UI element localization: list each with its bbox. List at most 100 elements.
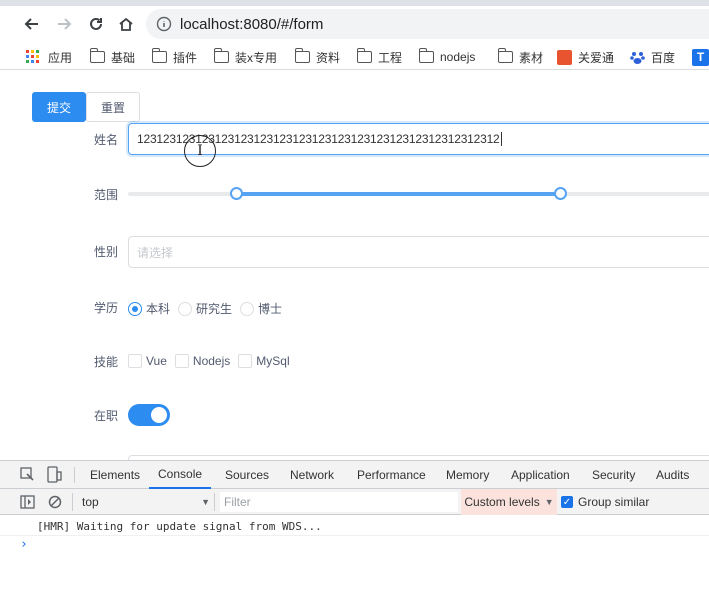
reload-button[interactable]	[84, 12, 108, 36]
arrow-left-icon	[24, 18, 38, 30]
bookmark-label: 应用	[48, 50, 73, 65]
folder-icon	[151, 48, 167, 63]
console-prompt[interactable]: ›	[20, 537, 28, 552]
bookmark-t[interactable]: T	[692, 48, 709, 66]
option-label: Nodejs	[192, 354, 231, 368]
devtools-tab-network[interactable]: Network	[290, 461, 334, 489]
group-similar-label: Group similar	[578, 495, 650, 509]
bookmark-folder[interactable]: 资料	[294, 48, 341, 66]
bookmark-guanaitong[interactable]: 关爱通	[557, 48, 614, 66]
bookmark-label: 插件	[173, 50, 198, 65]
address-bar[interactable]: localhost:8080/#/form	[146, 9, 709, 39]
group-similar-checkbox[interactable]: ✓ Group similar	[561, 495, 649, 509]
devtools-tab-audits[interactable]: Audits	[656, 461, 689, 489]
home-button[interactable]	[114, 12, 138, 36]
checkbox-checked-icon: ✓	[561, 496, 573, 508]
console-toolbar: top ▼ Filter Custom levels ▼ ✓ Group sim…	[0, 489, 709, 515]
bookmark-folder[interactable]: 插件	[151, 48, 198, 66]
bookmark-folder[interactable]: 工程	[356, 48, 402, 66]
guanaitong-logo-icon	[557, 49, 572, 65]
back-button[interactable]	[20, 12, 44, 36]
radio-checked-icon	[128, 301, 142, 316]
radio-unchecked-icon	[178, 301, 193, 316]
forward-button[interactable]	[52, 12, 76, 36]
bookmark-baidu[interactable]: 百度	[630, 48, 675, 66]
clear-console-icon[interactable]	[48, 495, 62, 514]
arrow-right-icon	[58, 18, 72, 30]
bookmark-folder[interactable]: 素材	[497, 48, 543, 66]
tab-strip	[0, 0, 709, 6]
text-caret	[500, 132, 502, 146]
console-filter-input[interactable]: Filter	[220, 492, 458, 512]
employed-switch[interactable]	[128, 404, 170, 426]
bookmark-apps[interactable]: 应用	[26, 48, 72, 66]
range-label: 范围	[93, 188, 118, 202]
option-label: Vue	[146, 354, 167, 368]
skill-option-mysql[interactable]: MySql	[238, 354, 290, 368]
checkbox-icon	[128, 354, 142, 368]
skill-option-vue[interactable]: Vue	[128, 354, 167, 368]
folder-icon	[213, 48, 229, 63]
bookmark-folder[interactable]: 基础	[89, 48, 136, 66]
bookmark-label: 基础	[111, 50, 136, 65]
option-label: MySql	[256, 354, 290, 368]
bookmark-label: 资料	[316, 50, 341, 65]
range-slider-handle-low[interactable]	[229, 187, 243, 200]
skill-option-nodejs[interactable]: Nodejs	[174, 354, 231, 368]
device-toolbar-icon[interactable]	[46, 466, 62, 488]
education-option-bachelor[interactable]: 本科	[128, 300, 170, 317]
folder-icon	[294, 48, 310, 63]
folder-icon	[418, 48, 434, 63]
option-label: 博士	[258, 302, 283, 316]
gender-label: 性别	[93, 245, 118, 259]
devtools-tab-console[interactable]: Console	[149, 461, 212, 489]
gender-select[interactable]: 请选择	[128, 236, 709, 268]
radio-unchecked-icon	[240, 301, 255, 316]
bookmark-label: 百度	[651, 50, 676, 65]
range-slider-handle-high[interactable]	[553, 187, 567, 200]
employed-label: 在职	[93, 409, 118, 423]
devtools-tab-performance[interactable]: Performance	[357, 461, 426, 489]
reset-button[interactable]: 重置	[86, 92, 140, 122]
toolbar-divider	[74, 467, 75, 483]
toolbar-divider	[214, 493, 215, 511]
name-label: 姓名	[93, 133, 118, 147]
dropdown-triangle-icon: ▼	[201, 497, 210, 507]
mouse-cursor-indicator: I	[184, 135, 216, 167]
bookmark-folder[interactable]: nodejs	[418, 48, 475, 66]
info-icon	[156, 16, 172, 32]
bookmarks-bar: 应用 基础 插件 装x专用 资料 工程 nodejs 素材 关爱通 百度 T	[0, 44, 709, 70]
context-value: top	[82, 495, 99, 509]
option-label: 本科	[146, 302, 171, 316]
log-levels-dropdown[interactable]: Custom levels ▼	[461, 489, 557, 515]
checkbox-icon	[174, 354, 189, 368]
console-log-message: [HMR] Waiting for update signal from WDS…	[37, 520, 322, 533]
url-text: localhost:8080/#/form	[180, 15, 324, 33]
education-option-master[interactable]: 研究生	[178, 300, 232, 317]
devtools-tab-application[interactable]: Application	[511, 461, 570, 489]
submit-button[interactable]: 提交	[32, 92, 86, 122]
education-label: 学历	[93, 301, 118, 315]
toolbar-divider	[72, 493, 73, 511]
education-option-phd[interactable]: 博士	[240, 300, 282, 317]
form-page: 提交 重置 姓名 1231231231231231231231231231231…	[0, 71, 709, 460]
inspect-element-icon[interactable]	[20, 467, 35, 487]
folder-icon	[497, 48, 513, 63]
context-selector[interactable]: top ▼	[80, 489, 212, 515]
devtools-tab-security[interactable]: Security	[592, 461, 635, 489]
range-slider-bar	[236, 192, 560, 196]
devtools-tab-elements[interactable]: Elements	[90, 461, 140, 489]
education-radio-group: 本科 研究生 博士	[128, 300, 290, 317]
devtools-tab-bar: Elements Console Sources Network Perform…	[0, 461, 709, 489]
apps-grid-icon	[26, 50, 39, 63]
devtools-tab-memory[interactable]: Memory	[446, 461, 489, 489]
levels-label: Custom levels	[464, 495, 540, 509]
bookmark-folder[interactable]: 装x专用	[213, 48, 277, 66]
show-sidebar-icon[interactable]	[20, 495, 35, 514]
browser-toolbar: localhost:8080/#/form	[0, 0, 709, 46]
devtools-tab-sources[interactable]: Sources	[225, 461, 269, 489]
checkbox-icon	[238, 354, 253, 368]
gender-select-placeholder: 请选择	[137, 245, 174, 260]
folder-icon	[89, 48, 105, 63]
devtools-panel: Elements Console Sources Network Perform…	[0, 460, 709, 601]
